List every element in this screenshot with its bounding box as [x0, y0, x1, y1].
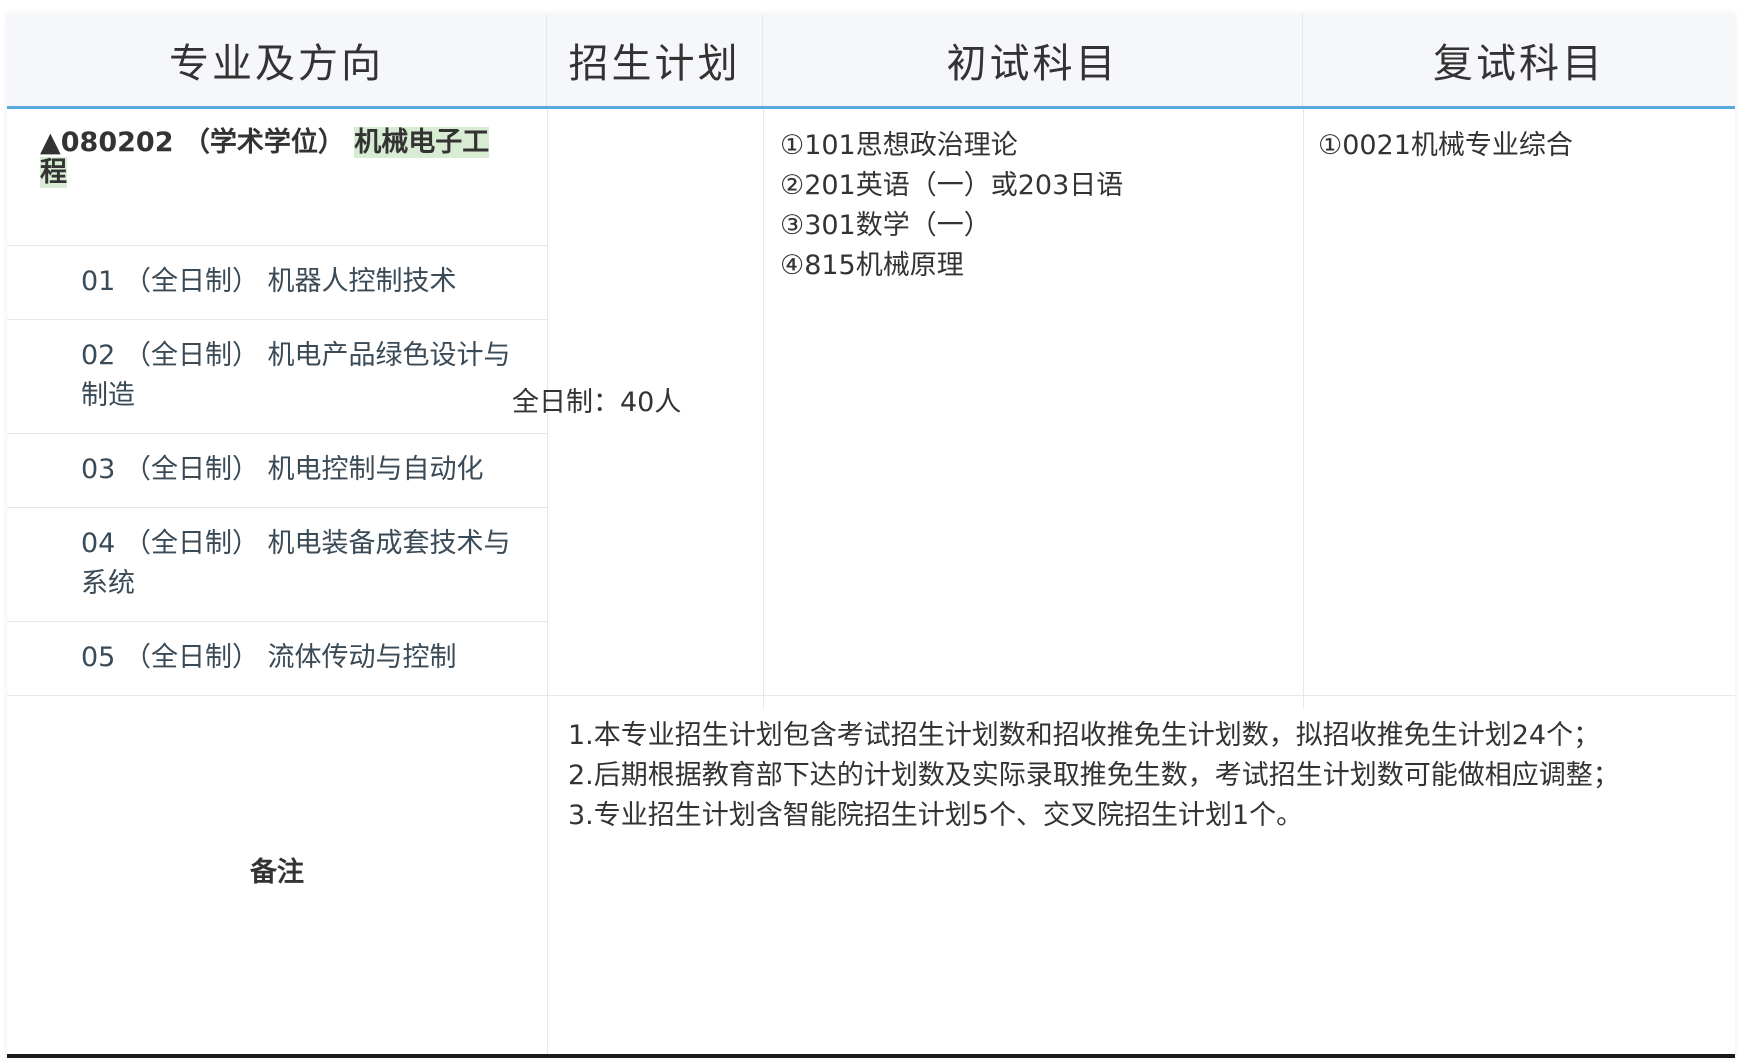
grid-line	[1303, 109, 1304, 709]
remark-item: 2.后期根据教育部下达的计划数及实际录取推免生数，考试招生计划数可能做相应调整；	[568, 760, 1620, 791]
grid-line	[7, 621, 547, 622]
grid-line	[7, 433, 547, 434]
grid-line	[763, 109, 764, 709]
exam-subject: ①101思想政治理论	[780, 130, 1018, 161]
header-major-direction: 专业及方向	[7, 14, 547, 106]
table-header: 专业及方向 招生计划 初试科目 复试科目	[7, 14, 1735, 109]
remarks-label: 备注	[250, 857, 304, 888]
grid-line	[547, 109, 548, 1057]
exam-subject: ④815机械原理	[780, 250, 964, 281]
major-title: ▲080202 （学术学位） 机械电子工程	[40, 127, 510, 188]
direction-item-04: 04 （全日制） 机电装备成套技术与系统	[81, 528, 511, 599]
enrollment-plan: 全日制：40人	[512, 387, 682, 418]
direction-item-01: 01 （全日制） 机器人控制技术	[81, 266, 457, 297]
header-initial-exam: 初试科目	[763, 14, 1303, 106]
exam-subject: ②201英语（一）或203日语	[780, 170, 1124, 201]
bottom-border	[7, 1054, 1735, 1058]
grid-line	[7, 695, 1735, 696]
initial-exam-list: ①101思想政治理论 ②201英语（一）或203日语 ③301数学（一） ④81…	[780, 126, 1123, 286]
remark-item: 3.专业招生计划含智能院招生计划5个、交叉院招生计划1个。	[568, 800, 1304, 831]
exam-subject: ③301数学（一）	[780, 210, 991, 241]
header-retest: 复试科目	[1433, 41, 1605, 87]
direction-item-05: 05 （全日制） 流体传动与控制	[81, 642, 457, 673]
grid-line	[7, 319, 547, 320]
major-code: ▲080202 （学术学位）	[40, 127, 355, 158]
retest-subject: ①0021机械专业综合	[1318, 130, 1573, 161]
grid-line	[7, 245, 547, 246]
remarks-list: 1.本专业招生计划包含考试招生计划数和招收推免生计划数，拟招收推免生计划24个；…	[568, 716, 1718, 836]
grid-line	[7, 507, 547, 508]
retest-list: ①0021机械专业综合	[1318, 126, 1573, 166]
header-enrollment-plan: 招生计划	[547, 14, 763, 106]
remark-item: 1.本专业招生计划包含考试招生计划数和招收推免生计划数，拟招收推免生计划24个；	[568, 720, 1601, 751]
direction-item-03: 03 （全日制） 机电控制与自动化	[81, 454, 484, 485]
direction-item-02: 02 （全日制） 机电产品绿色设计与制造	[81, 340, 511, 411]
